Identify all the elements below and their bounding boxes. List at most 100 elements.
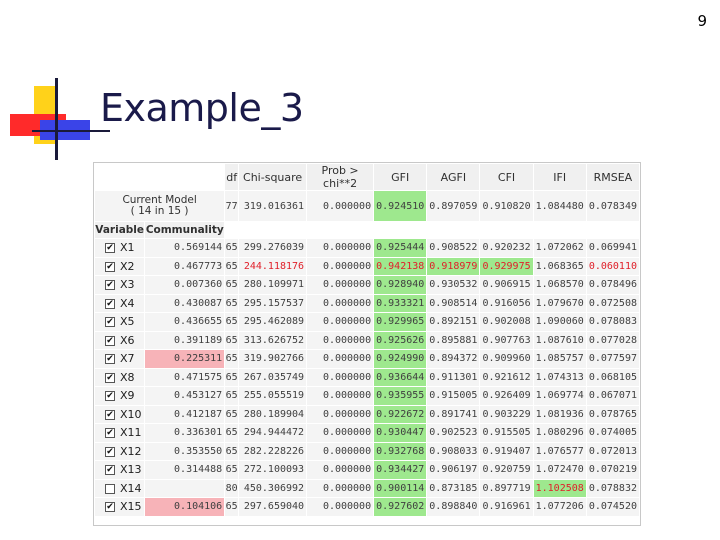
df-cell: 65 [225,257,239,275]
df-cell: 65 [225,331,239,349]
variable-label: X13 [120,463,142,477]
header-rmsea: RMSEA [586,164,639,190]
include-checkbox[interactable]: ✔ [105,372,115,383]
header-gfi: GFI [374,164,427,190]
gfi-cell: 0.929965 [374,313,427,331]
include-checkbox[interactable]: ✔ [105,428,115,439]
variable-cell[interactable]: ✔ X2 [95,257,145,275]
include-checkbox[interactable]: ✔ [105,335,115,346]
variable-cell[interactable]: ✔ X10 [95,405,145,423]
chi-square-cell: 295.157537 [239,294,307,312]
cfi-cell: 0.897719 [480,479,533,497]
variable-cell[interactable]: ✔ X3 [95,276,145,294]
header-chi-square: Chi-square [239,164,307,190]
include-checkbox[interactable]: ✔ [105,354,115,365]
communality-cell: 0.430087 [145,294,225,312]
gfi-cell: 0.925626 [374,331,427,349]
chi-square-cell: 244.118176 [239,257,307,275]
include-checkbox[interactable]: ✔ [105,446,115,457]
include-checkbox[interactable]: ✔ [105,465,115,476]
rmsea-cell: 0.072508 [586,294,639,312]
header-ifi: IFI [533,164,586,190]
variable-label: X8 [120,370,135,384]
variable-cell[interactable]: ✔ X15 [95,498,145,516]
prob-cell: 0.000000 [307,313,374,331]
include-checkbox[interactable]: ✔ [105,280,115,291]
variable-label: X6 [120,333,135,347]
variable-cell[interactable]: ✔ X8 [95,368,145,386]
variable-row: ✔ X15 0.104106 65 297.659040 0.000000 0.927602… [95,498,639,516]
variable-row: ✔ X1 0.569144 65 299.276039 0.000000 0.925444 0… [95,239,639,257]
communality-cell: 0.353550 [145,442,225,460]
communality-cell: 0.314488 [145,461,225,479]
variable-cell[interactable]: ✔ X12 [95,442,145,460]
include-checkbox[interactable]: ✔ [105,298,115,309]
include-checkbox[interactable]: ✔ [105,502,115,513]
prob-cell: 0.000000 [307,276,374,294]
chi-square-cell: 299.276039 [239,239,307,257]
df-cell: 65 [225,350,239,368]
cfi-cell: 0.921612 [480,368,533,386]
include-checkbox[interactable]: ✔ [105,317,115,328]
variable-cell[interactable]: ✔ X7 [95,350,145,368]
prob-cell: 0.000000 [307,257,374,275]
variable-row: ✔ X8 0.471575 65 267.035749 0.000000 0.936644 0… [95,368,639,386]
ifi-cell: 1.076577 [533,442,586,460]
agfi-cell: 0.908514 [427,294,480,312]
variable-cell[interactable]: ✔ X4 [95,294,145,312]
cfi-cell: 0.916056 [480,294,533,312]
variable-label: X5 [120,315,135,329]
df-cell: 65 [225,424,239,442]
decor-vertical-line [55,78,58,160]
communality-cell: 0.453127 [145,387,225,405]
agfi-cell: 0.930532 [427,276,480,294]
cfi-cell: 0.919407 [480,442,533,460]
communality-cell: 0.569144 [145,239,225,257]
variable-cell[interactable]: ✔ X5 [95,313,145,331]
cfi-cell: 0.915505 [480,424,533,442]
sub-header-blank [225,222,639,238]
cell-rmsea: 0.078349 [586,191,639,221]
variable-cell[interactable]: ✔ X1 [95,239,145,257]
variable-cell[interactable]: ✔ X9 [95,387,145,405]
include-checkbox[interactable]: ✔ [105,243,115,254]
current-model-label: Current Model ( 14 in 15 ) [95,191,225,221]
include-checkbox[interactable]: ✔ [105,391,115,402]
agfi-cell: 0.892151 [427,313,480,331]
gfi-cell: 0.942138 [374,257,427,275]
chi-square-cell: 280.189904 [239,405,307,423]
ifi-cell: 1.069774 [533,387,586,405]
df-cell: 65 [225,461,239,479]
rmsea-cell: 0.072013 [586,442,639,460]
variable-row: ✔ X5 0.436655 65 295.462089 0.000000 0.929965 0… [95,313,639,331]
agfi-cell: 0.915005 [427,387,480,405]
gfi-cell: 0.936644 [374,368,427,386]
ifi-cell: 1.068570 [533,276,586,294]
ifi-cell: 1.080296 [533,424,586,442]
variable-cell[interactable]: ✔ X6 [95,331,145,349]
communality-cell: 0.336301 [145,424,225,442]
include-checkbox[interactable] [105,483,115,494]
gfi-cell: 0.927602 [374,498,427,516]
include-checkbox[interactable]: ✔ [105,261,115,272]
variable-label: X10 [120,407,142,421]
ifi-cell: 1.087610 [533,331,586,349]
variable-cell[interactable]: ✔ X11 [95,424,145,442]
header-cfi: CFI [480,164,533,190]
agfi-cell: 0.873185 [427,479,480,497]
variable-row: ✔ X3 0.007360 65 280.109971 0.000000 0.928940 0… [95,276,639,294]
agfi-cell: 0.918979 [427,257,480,275]
prob-cell: 0.000000 [307,442,374,460]
cfi-cell: 0.902008 [480,313,533,331]
variable-cell[interactable]: ✔ X13 [95,461,145,479]
chi-square-cell: 272.100093 [239,461,307,479]
communality-cell: 0.436655 [145,313,225,331]
chi-square-cell: 295.462089 [239,313,307,331]
gfi-cell: 0.933321 [374,294,427,312]
variable-cell[interactable]: X14 [95,479,145,497]
include-checkbox[interactable]: ✔ [105,409,115,420]
variable-row: X14 80 450.306992 0.000000 0.900114 0.873185 0… [95,479,639,497]
rmsea-cell: 0.078496 [586,276,639,294]
current-model-count: ( 14 in 15 ) [130,205,189,217]
cell-cfi: 0.910820 [480,191,533,221]
